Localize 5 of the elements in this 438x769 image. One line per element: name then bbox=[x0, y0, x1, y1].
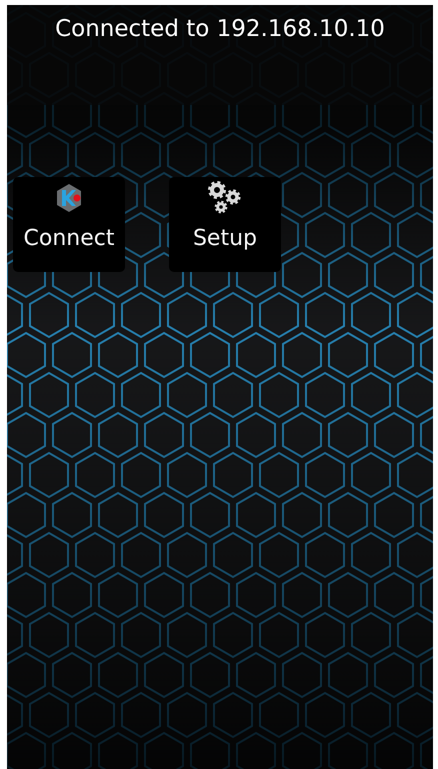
app-tile[interactable]: Connect bbox=[13, 177, 125, 272]
hexagon-k-logo-icon bbox=[56, 181, 82, 215]
gears-icon bbox=[207, 181, 243, 215]
connection-status: Connected to 192.168.10.10 bbox=[55, 15, 385, 43]
app-tile[interactable]: Setup bbox=[169, 177, 281, 272]
